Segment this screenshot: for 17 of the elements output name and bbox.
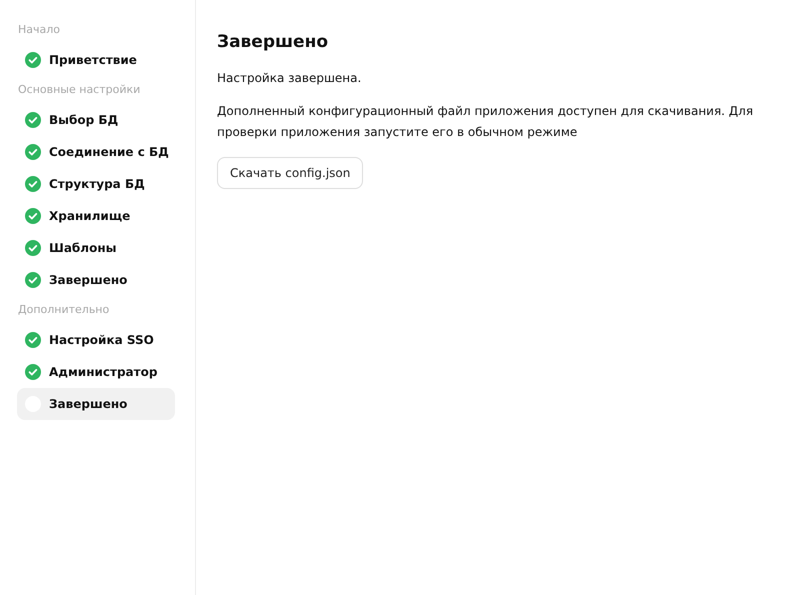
sidebar-item[interactable]: Настройка SSO [17, 324, 175, 356]
sidebar-item[interactable]: Шаблоны [17, 232, 175, 264]
sidebar-item[interactable]: Соединение с БД [17, 136, 175, 168]
paragraph: Дополненный конфигурационный файл приложения доступен для скачивания. Для проверки приложения запустите его в обычном режиме [217, 103, 754, 141]
section-heading: Дополнительно [18, 302, 110, 318]
sidebar-item[interactable]: Администратор [17, 356, 175, 388]
sidebar-item[interactable]: Приветствие [17, 44, 175, 76]
section-heading: Начало [18, 22, 62, 38]
paragraph: Настройка завершена. [217, 70, 362, 87]
sidebar-item[interactable]: Завершено [17, 388, 175, 420]
sidebar-item[interactable]: Выбор БД [17, 104, 175, 136]
sidebar-item[interactable]: Структура БД [17, 168, 175, 200]
page-title: Завершено [217, 32, 330, 52]
sidebar-item[interactable]: Хранилище [17, 200, 175, 232]
sidebar-item[interactable]: Завершено [17, 264, 175, 296]
section-heading: Основные настройки [18, 82, 142, 98]
download-button[interactable]: Скачать config.json [217, 157, 364, 189]
